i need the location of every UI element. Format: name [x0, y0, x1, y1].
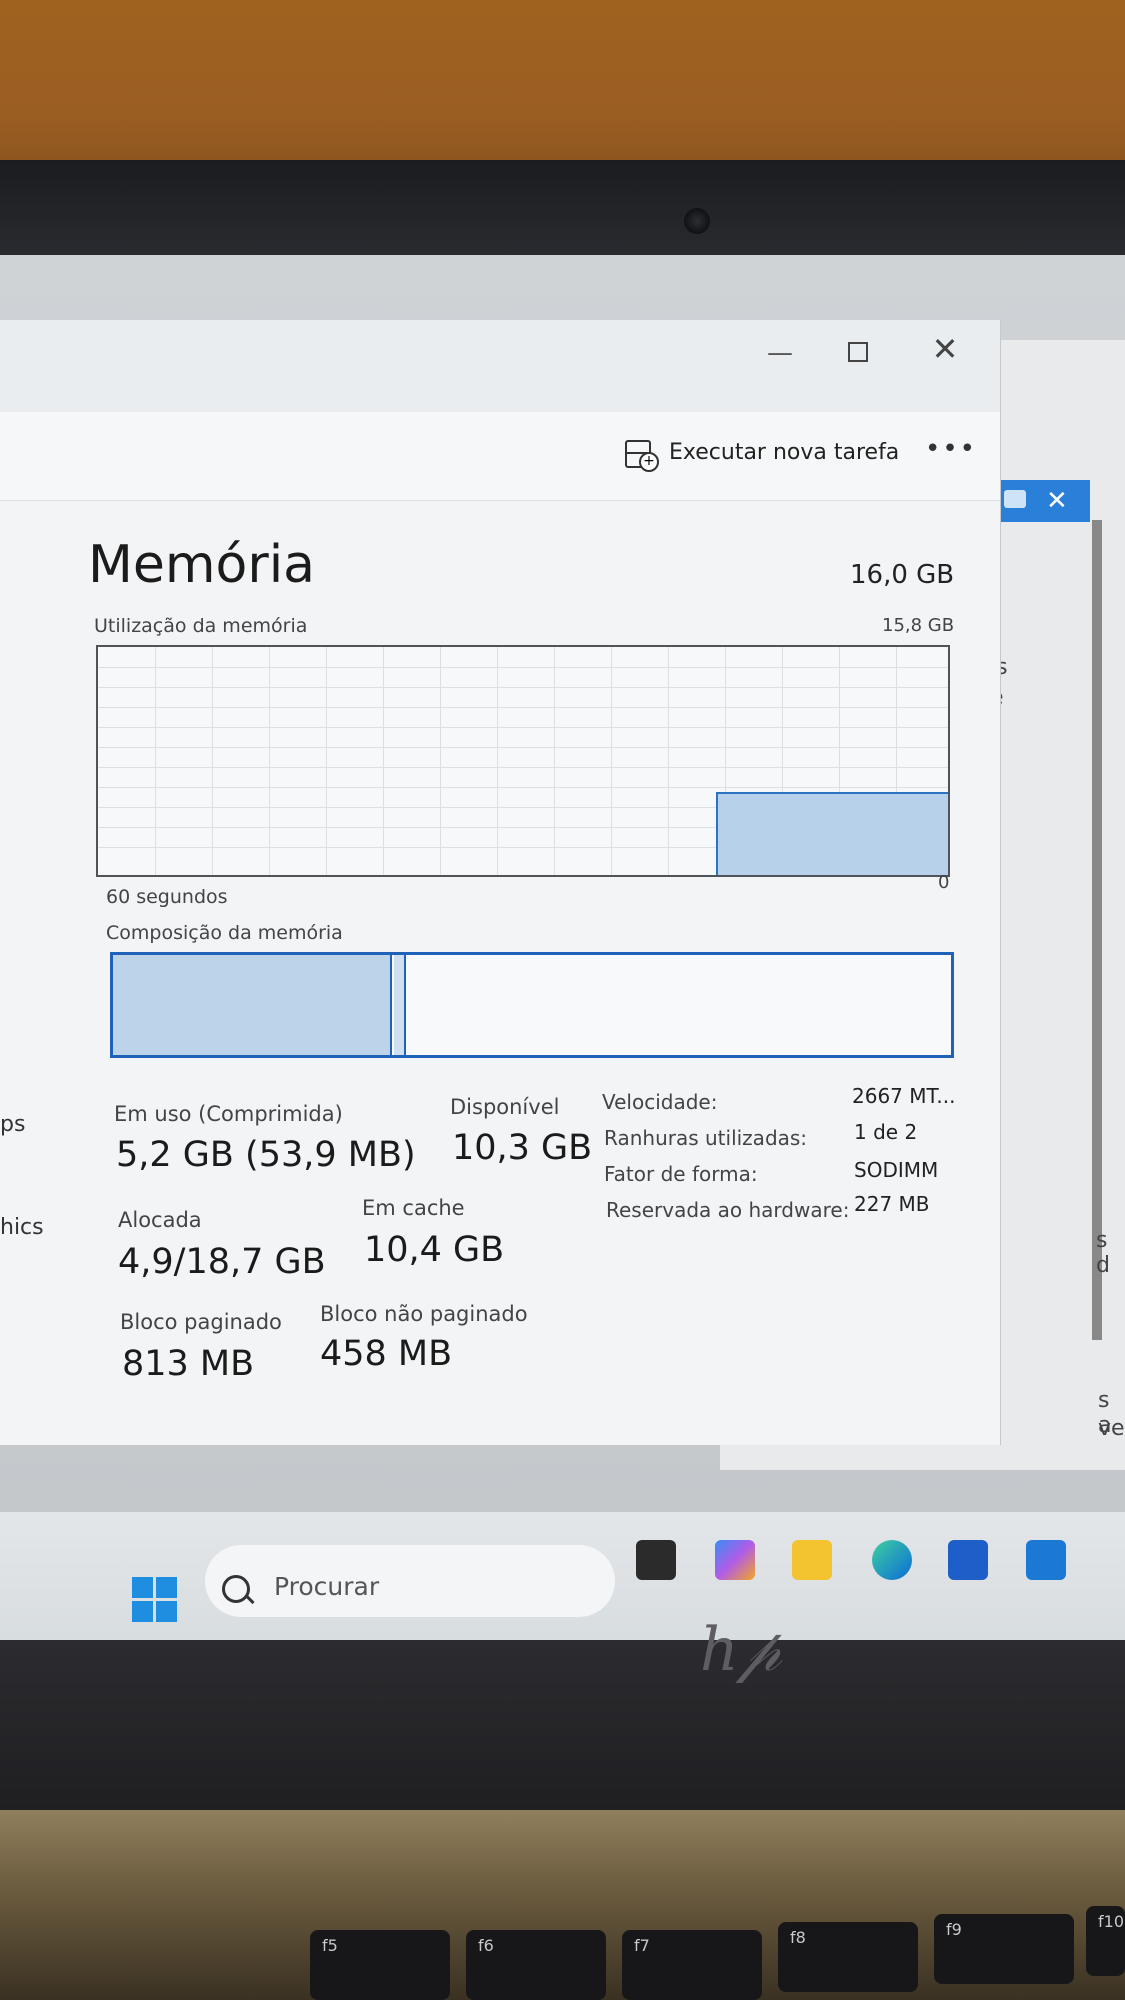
windows-start-icon[interactable] — [132, 1577, 178, 1623]
background-text-fragment: s d — [1096, 1228, 1110, 1278]
memory-composition-bar[interactable] — [110, 952, 954, 1058]
search-input[interactable] — [205, 1545, 615, 1617]
graph-min-value: 0 — [938, 872, 950, 893]
nonpaged-pool-label: Bloco não paginado — [320, 1302, 528, 1326]
in-use-value: 5,2 GB (53,9 MB) — [116, 1135, 416, 1175]
hp-logo-icon: ℎ𝓅 — [700, 1615, 782, 1685]
spec-value: 2667 MT... — [852, 1084, 956, 1108]
close-icon[interactable]: ✕ — [925, 330, 965, 370]
task-manager-window: — ✕ Executar nova tarefa ••• Memória 16,… — [0, 320, 1001, 1445]
left-text-fragment: hics — [0, 1215, 44, 1240]
spec-value: 1 de 2 — [854, 1120, 918, 1144]
store-icon[interactable] — [948, 1540, 988, 1580]
cached-label: Em cache — [362, 1196, 465, 1220]
spec-label: Velocidade: — [602, 1090, 718, 1114]
new-task-icon — [625, 440, 659, 472]
keyboard-key[interactable]: f6 — [466, 1930, 606, 2000]
total-memory: 16,0 GB — [850, 560, 955, 590]
keyboard-key[interactable]: f10 — [1086, 1906, 1125, 1976]
nonpaged-pool-value: 458 MB — [320, 1334, 453, 1374]
maximize-icon[interactable] — [848, 342, 868, 362]
left-text-fragment: ps — [0, 1112, 26, 1137]
available-label: Disponível — [450, 1095, 560, 1119]
usage-graph-max: 15,8 GB — [882, 615, 955, 636]
more-icon[interactable]: ••• — [925, 434, 977, 464]
key-label: f8 — [790, 1928, 806, 1947]
usage-graph-fill — [716, 792, 948, 875]
graph-time-span: 60 segundos — [106, 886, 228, 908]
spec-value: 227 MB — [854, 1192, 930, 1216]
key-label: f9 — [946, 1920, 962, 1939]
paged-pool-value: 813 MB — [122, 1344, 255, 1384]
committed-value: 4,9/18,7 GB — [118, 1242, 326, 1282]
keyboard-key[interactable]: f8 — [778, 1922, 918, 1992]
memory-usage-graph — [96, 645, 950, 877]
keyboard-key[interactable]: f7 — [622, 1930, 762, 2000]
committed-label: Alocada — [118, 1208, 202, 1232]
in-use-label: Em uso (Comprimida) — [114, 1102, 343, 1126]
laptop-lower-bezel — [0, 1640, 1125, 1810]
key-label: f6 — [478, 1936, 494, 1955]
search-icon — [222, 1575, 250, 1603]
keyboard-key[interactable]: f5 — [310, 1930, 450, 2000]
usage-graph-label: Utilização da memória — [94, 615, 308, 637]
key-label: f7 — [634, 1936, 650, 1955]
available-value: 10,3 GB — [452, 1128, 593, 1168]
copilot-icon[interactable] — [715, 1540, 755, 1580]
composition-in-use-segment[interactable] — [113, 955, 392, 1055]
file-explorer-icon[interactable] — [792, 1540, 832, 1580]
page-title: Memória — [88, 535, 316, 595]
key-label: f10 — [1098, 1912, 1124, 1931]
edge-icon[interactable] — [872, 1540, 912, 1580]
background-text-fragment: ve — [1098, 1416, 1125, 1441]
lock-icon — [1004, 490, 1026, 508]
run-new-task-label: Executar nova tarefa — [669, 440, 900, 465]
outlook-icon[interactable] — [1026, 1540, 1066, 1580]
cached-value: 10,4 GB — [364, 1230, 505, 1270]
composition-label: Composição da memória — [106, 922, 343, 944]
spec-label: Reservada ao hardware: — [606, 1198, 850, 1222]
webcam-icon — [684, 208, 710, 234]
composition-modified-segment[interactable] — [394, 955, 406, 1055]
task-view-icon[interactable] — [636, 1540, 676, 1580]
key-label: f5 — [322, 1936, 338, 1955]
minimize-icon[interactable]: — — [765, 338, 795, 368]
background-close-icon[interactable]: ✕ — [1046, 486, 1068, 516]
paged-pool-label: Bloco paginado — [120, 1310, 282, 1334]
search-placeholder: Procurar — [274, 1572, 380, 1601]
background-scrollbar[interactable] — [1092, 520, 1102, 1340]
spec-label: Ranhuras utilizadas: — [604, 1126, 808, 1150]
keyboard-key[interactable]: f9 — [934, 1914, 1074, 1984]
spec-label: Fator de forma: — [604, 1162, 758, 1186]
spec-value: SODIMM — [854, 1158, 939, 1182]
toolbar: Executar nova tarefa ••• — [0, 412, 1000, 501]
title-bar: — ✕ — [0, 320, 1000, 412]
